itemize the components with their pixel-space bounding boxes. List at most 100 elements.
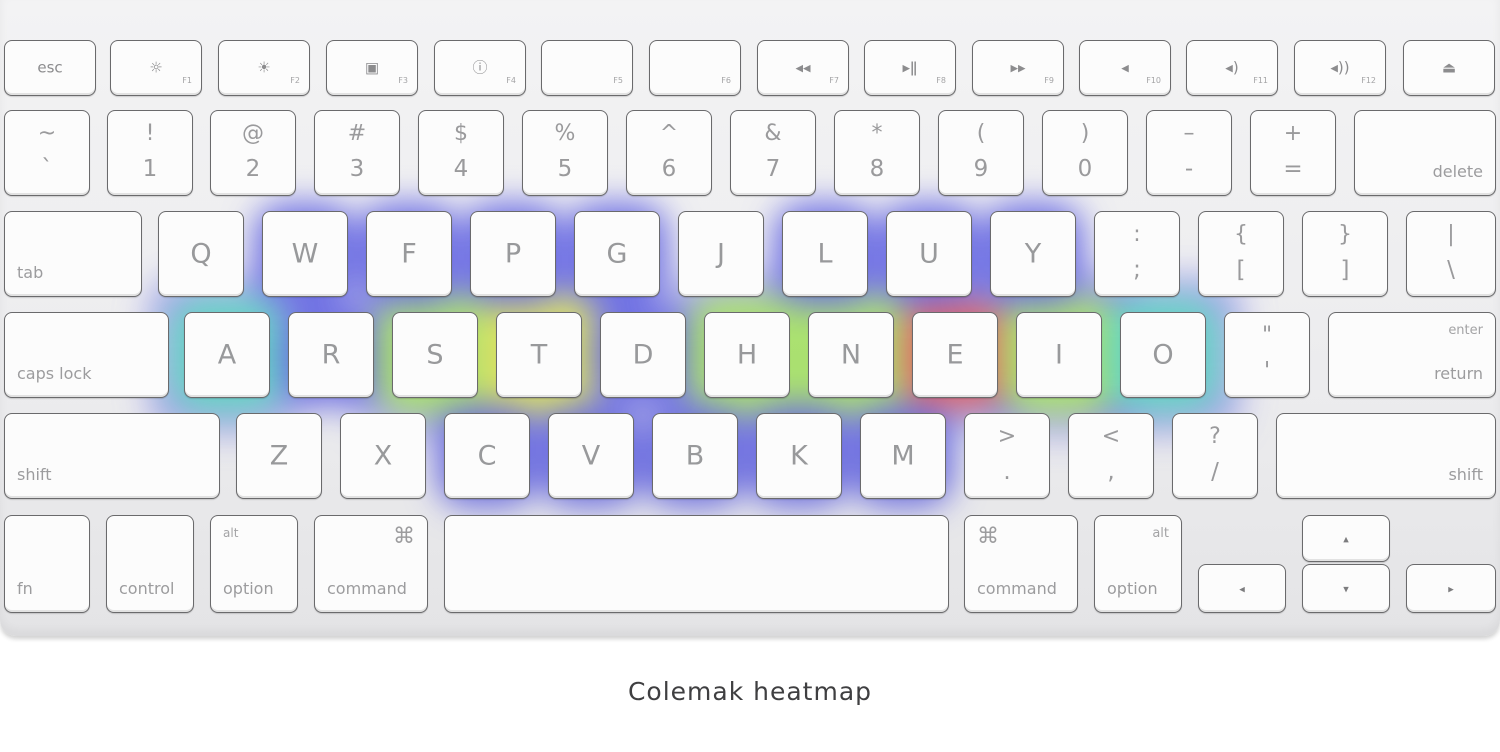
mission-control-key[interactable]: ▣ F3	[326, 40, 418, 96]
esc-key[interactable]: esc	[4, 40, 96, 96]
number-key-12[interactable]: + =	[1250, 110, 1336, 196]
symbol-key-2[interactable]: }]	[1302, 211, 1388, 297]
key-a[interactable]: A	[184, 312, 270, 398]
right-option-key[interactable]: alt option	[1094, 515, 1182, 613]
symbol-key-b0[interactable]: >.	[964, 413, 1050, 499]
base-symbol: ,	[1107, 459, 1115, 485]
key-f[interactable]: F	[366, 211, 452, 297]
symbol-key-b1[interactable]: <,	[1068, 413, 1154, 499]
key-y[interactable]: Y	[990, 211, 1076, 297]
key-legend: F	[401, 238, 417, 270]
right-arrow-key[interactable]: ▸	[1406, 564, 1496, 613]
left-arrow-key[interactable]: ◂	[1198, 564, 1286, 613]
tab-key[interactable]: tab	[4, 211, 142, 297]
caps-lock-key[interactable]: caps lock	[4, 312, 169, 398]
key-w[interactable]: W	[262, 211, 348, 297]
number-key-2[interactable]: @2	[210, 110, 296, 196]
key-j[interactable]: J	[678, 211, 764, 297]
key-p[interactable]: P	[470, 211, 556, 297]
number-key-11[interactable]: – -	[1146, 110, 1232, 196]
alt-label: alt	[1152, 526, 1169, 541]
key-c[interactable]: C	[444, 413, 530, 499]
symbol-key-0[interactable]: :;	[1094, 211, 1180, 297]
brightness-up-key[interactable]: ☀ F2	[218, 40, 310, 96]
delete-key[interactable]: delete	[1354, 110, 1496, 196]
shift-symbol: $	[454, 121, 468, 146]
symbol-key-1[interactable]: {[	[1198, 211, 1284, 297]
key-i[interactable]: I	[1016, 312, 1102, 398]
key-d[interactable]: D	[600, 312, 686, 398]
number-key-1[interactable]: ! 1	[107, 110, 193, 196]
key-e[interactable]: E	[912, 312, 998, 398]
key-q[interactable]: Q	[158, 211, 244, 297]
fast-forward-key[interactable]: ▸▸ F9	[972, 40, 1064, 96]
key-legend: N	[840, 339, 862, 371]
up-arrow-key[interactable]: ▴	[1302, 515, 1390, 562]
function-number-label: F6	[721, 76, 731, 85]
key-b[interactable]: B	[652, 413, 738, 499]
function-number-label: F9	[1044, 76, 1054, 85]
left-command-key[interactable]: ⌘ command	[314, 515, 428, 613]
key-r[interactable]: R	[288, 312, 374, 398]
number-key-3[interactable]: #3	[314, 110, 400, 196]
base-symbol: 1	[142, 156, 158, 182]
number-key-6[interactable]: ^ 6	[626, 110, 712, 196]
key-z[interactable]: Z	[236, 413, 322, 499]
base-symbol: -	[1184, 156, 1194, 182]
dashboard-key[interactable]: ⓘ F4	[434, 40, 526, 96]
key-l[interactable]: L	[782, 211, 868, 297]
number-key-8[interactable]: * 8	[834, 110, 920, 196]
shift-symbol: &	[764, 121, 782, 146]
key-o[interactable]: O	[1120, 312, 1206, 398]
number-key-4[interactable]: $4	[418, 110, 504, 196]
key-t[interactable]: T	[496, 312, 582, 398]
mission-control-icon: ▣	[364, 58, 380, 77]
key-legend: X	[373, 440, 393, 472]
rewind-key[interactable]: ◂◂ F7	[757, 40, 849, 96]
symbol-key-b2[interactable]: ? /	[1172, 413, 1258, 499]
f6-key[interactable]: F6	[649, 40, 741, 96]
base-symbol: 4	[453, 156, 469, 182]
right-shift-key[interactable]: shift	[1276, 413, 1496, 499]
key-x[interactable]: X	[340, 413, 426, 499]
left-option-key[interactable]: alt option	[210, 515, 298, 613]
mute-icon: ◂	[1121, 58, 1129, 77]
volume-down-key[interactable]: ◂) F11	[1186, 40, 1278, 96]
key-k[interactable]: K	[756, 413, 842, 499]
number-key-0[interactable]: ~ `	[4, 110, 90, 196]
control-key[interactable]: control	[106, 515, 194, 613]
key-u[interactable]: U	[886, 211, 972, 297]
key-v[interactable]: V	[548, 413, 634, 499]
shift-symbol: ^	[659, 121, 679, 146]
shift-symbol: :	[1133, 222, 1141, 247]
space-bar[interactable]	[444, 515, 949, 613]
fn-modifier-key[interactable]: fn	[4, 515, 90, 613]
number-key-10[interactable]: ) 0	[1042, 110, 1128, 196]
figure-caption: Colemak heatmap	[627, 677, 873, 706]
down-arrow-key[interactable]: ▾	[1302, 564, 1390, 613]
key-n[interactable]: N	[808, 312, 894, 398]
key-h[interactable]: H	[704, 312, 790, 398]
right-command-key[interactable]: ⌘ command	[964, 515, 1078, 613]
f5-key[interactable]: F5	[541, 40, 633, 96]
left-shift-key[interactable]: shift	[4, 413, 220, 499]
volume-up-key[interactable]: ◂)) F12	[1294, 40, 1386, 96]
shift-symbol: #	[347, 121, 367, 146]
brightness-down-icon: ☼	[149, 58, 163, 77]
play-pause-key[interactable]: ▸ǁ F8	[864, 40, 956, 96]
key-s[interactable]: S	[392, 312, 478, 398]
key-m[interactable]: M	[860, 413, 946, 499]
key-g[interactable]: G	[574, 211, 660, 297]
number-key-9[interactable]: (9	[938, 110, 1024, 196]
quote-key[interactable]: " '	[1224, 312, 1310, 398]
symbol-key-3[interactable]: | \	[1406, 211, 1496, 297]
mute-key[interactable]: ◂ F10	[1079, 40, 1171, 96]
number-key-5[interactable]: % 5	[522, 110, 608, 196]
number-key-7[interactable]: & 7	[730, 110, 816, 196]
base-symbol: 5	[557, 156, 573, 182]
base-symbol: 7	[765, 156, 781, 182]
key-legend: T	[530, 339, 548, 371]
return-key[interactable]: enter return	[1328, 312, 1496, 398]
brightness-down-key[interactable]: ☼ F1	[110, 40, 202, 96]
eject-key[interactable]: ⏏	[1403, 40, 1495, 96]
